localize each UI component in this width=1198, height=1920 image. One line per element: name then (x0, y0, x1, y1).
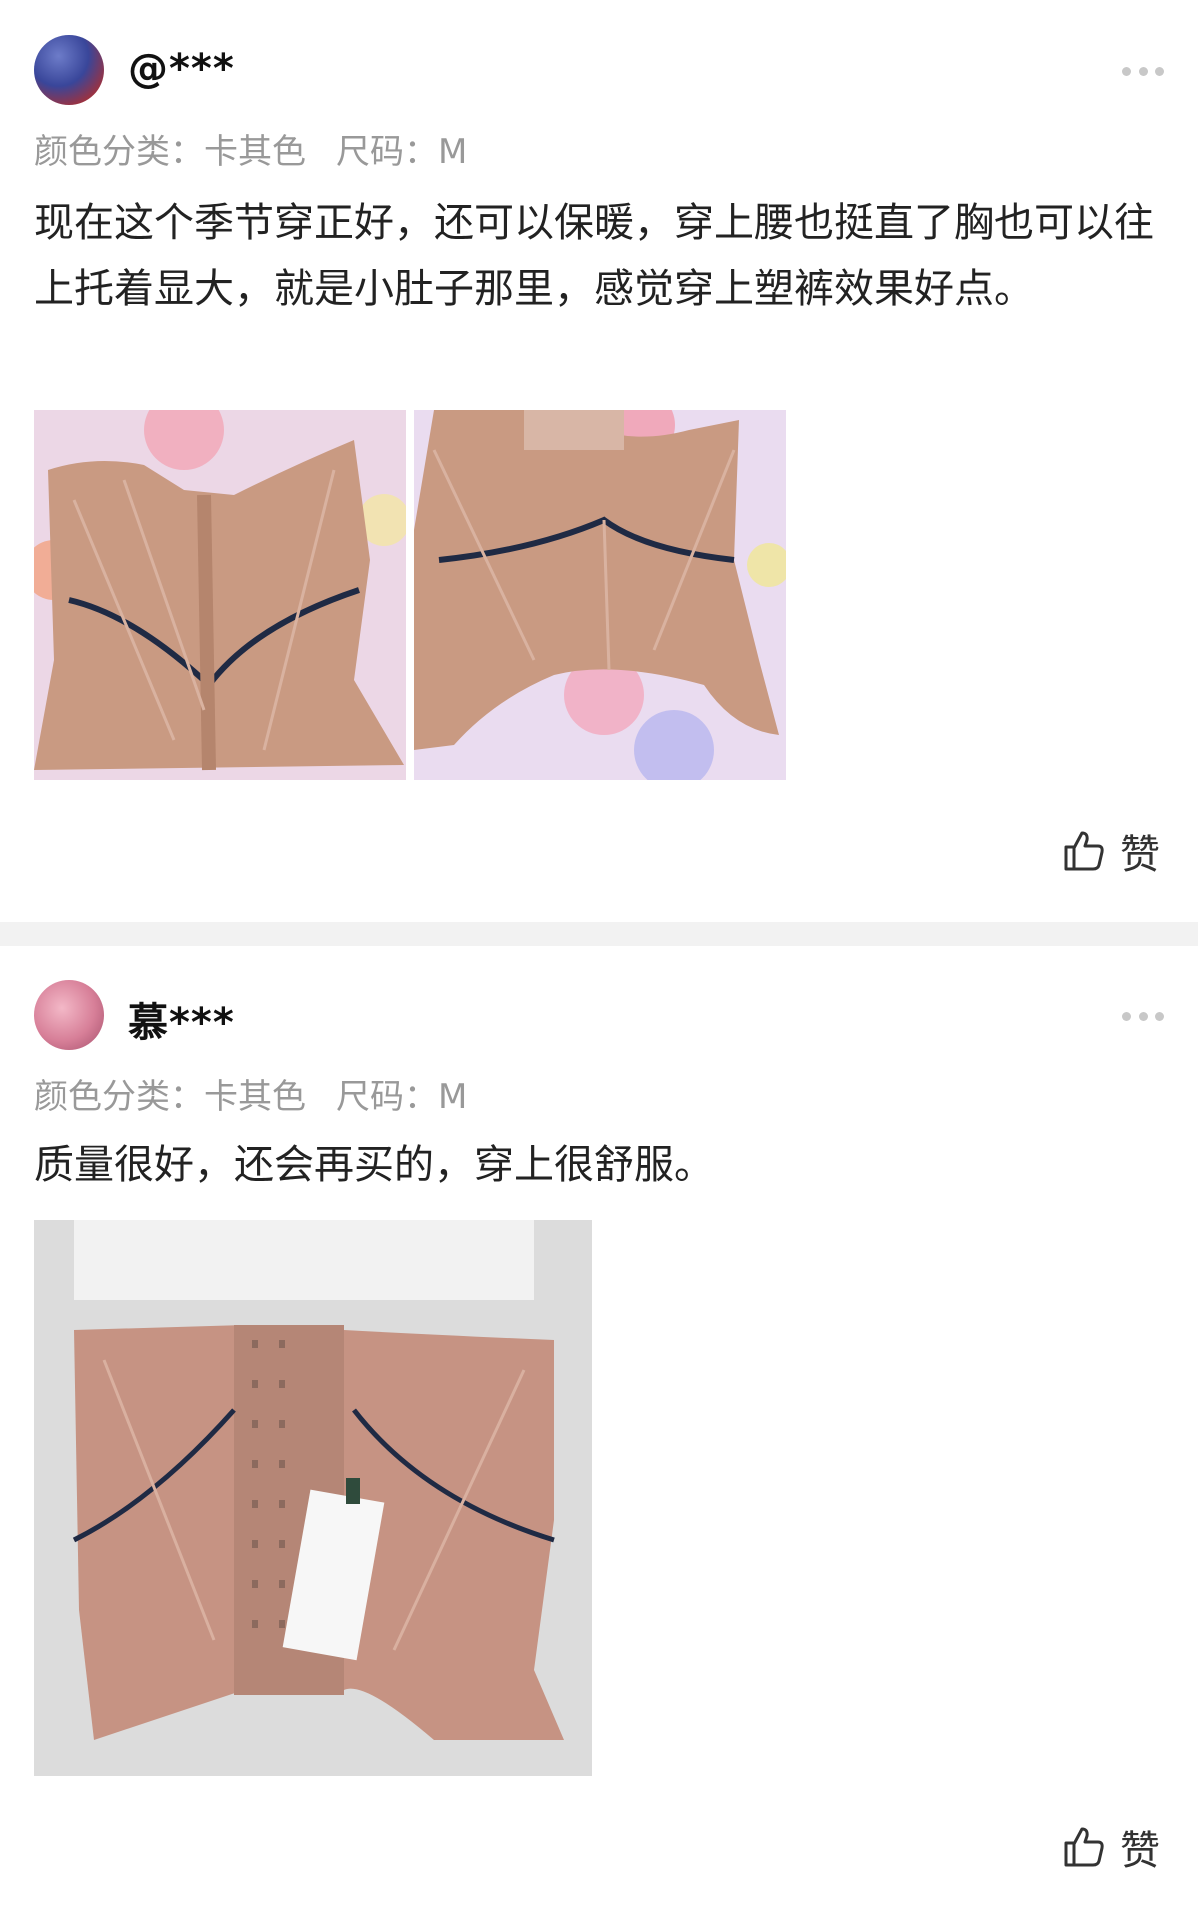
more-options-icon[interactable] (1122, 65, 1164, 77)
avatar[interactable] (34, 35, 104, 105)
like-button[interactable]: 赞 (1060, 822, 1160, 880)
review-photo[interactable] (414, 410, 786, 780)
spec-color: 颜色分类：卡其色 (34, 1077, 306, 1117)
avatar[interactable] (34, 980, 104, 1050)
spec-size: 尺码：M (336, 1077, 468, 1117)
spec-info: 颜色分类：卡其色 尺码：M (34, 124, 497, 173)
review-photo[interactable] (34, 410, 406, 780)
section-divider (0, 922, 1198, 946)
spec-info: 颜色分类：卡其色 尺码：M (34, 1069, 497, 1118)
review-text: 质量很好，还会再买的，穿上很舒服。 (34, 1142, 714, 1188)
like-button[interactable]: 赞 (1060, 1818, 1160, 1876)
thumbs-up-icon (1064, 1827, 1104, 1867)
review-photo[interactable] (34, 1220, 592, 1776)
username[interactable]: 慕*** (128, 990, 235, 1048)
like-label: 赞 (1120, 1828, 1160, 1874)
spec-size: 尺码：M (336, 132, 468, 172)
like-label: 赞 (1120, 832, 1160, 878)
more-options-icon[interactable] (1122, 1010, 1164, 1022)
username[interactable]: @*** (128, 46, 235, 92)
thumbs-up-icon (1064, 831, 1104, 871)
spec-color: 颜色分类：卡其色 (34, 132, 306, 172)
review-text: 现在这个季节穿正好，还可以保暖，穿上腰也挺直了胸也可以往上托着显大，就是小肚子那… (34, 200, 1154, 312)
